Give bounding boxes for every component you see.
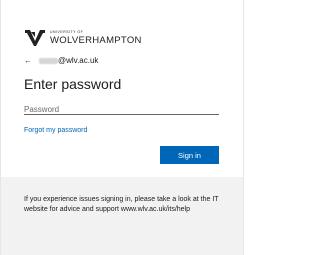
logo-wolverhampton: WOLVERHAMPTON [50,34,142,46]
wolf-shield-logo-icon [25,30,45,46]
page-title: Enter password [24,76,122,92]
university-logo: UNIVERSITY OF WOLVERHAMPTON [24,27,142,49]
help-text: If you experience issues signing in, ple… [24,196,219,213]
redacted-username [39,58,58,64]
sign-in-dialog: UNIVERSITY OF WOLVERHAMPTON ← @wlv.ac.uk… [0,0,244,255]
password-field[interactable] [24,99,219,117]
account-identity[interactable]: ← @wlv.ac.uk [24,56,98,66]
sign-in-panel: UNIVERSITY OF WOLVERHAMPTON ← @wlv.ac.uk… [1,0,243,177]
back-arrow-icon[interactable]: ← [24,56,32,66]
logo-wordmark: UNIVERSITY OF WOLVERHAMPTON [50,30,142,46]
help-footer: If you experience issues signing in, ple… [1,177,243,255]
forgot-password-link[interactable]: Forgot my password [24,126,87,135]
logo-university-of: UNIVERSITY OF [50,30,84,34]
email-domain: @wlv.ac.uk [58,56,99,65]
password-input[interactable] [24,102,219,117]
sign-in-button[interactable]: Sign in [160,146,219,164]
